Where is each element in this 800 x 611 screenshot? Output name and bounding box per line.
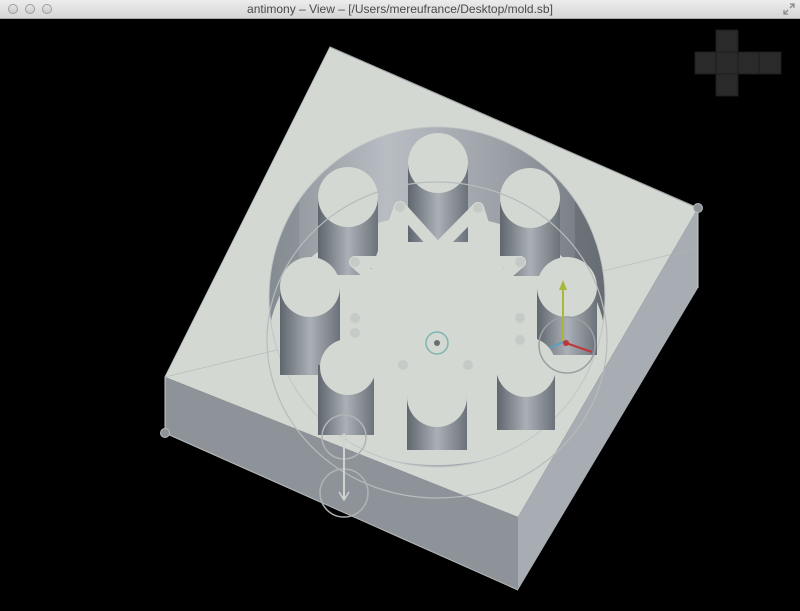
pillar-top[interactable] xyxy=(318,167,378,227)
pillar-top[interactable] xyxy=(496,337,556,397)
corner-handle[interactable] xyxy=(693,203,703,213)
pillar-top[interactable] xyxy=(320,339,376,395)
pillar-top[interactable] xyxy=(407,367,467,427)
app-window: antimony – View – [/Users/mereufrance/De… xyxy=(0,0,800,611)
view-cube-icon[interactable] xyxy=(694,29,782,97)
corner-handle[interactable] xyxy=(160,428,170,438)
pillar-top[interactable] xyxy=(280,257,340,317)
pillar-top[interactable] xyxy=(537,257,597,317)
mold-scene[interactable] xyxy=(0,19,800,611)
title-bar[interactable]: antimony – View – [/Users/mereufrance/De… xyxy=(0,0,800,19)
pillar-top[interactable] xyxy=(500,168,560,228)
window-title: antimony – View – [/Users/mereufrance/De… xyxy=(247,2,553,16)
pillar-top[interactable] xyxy=(408,133,468,193)
3d-viewport[interactable] xyxy=(0,19,800,611)
fullscreen-arrows-icon[interactable] xyxy=(783,3,795,15)
